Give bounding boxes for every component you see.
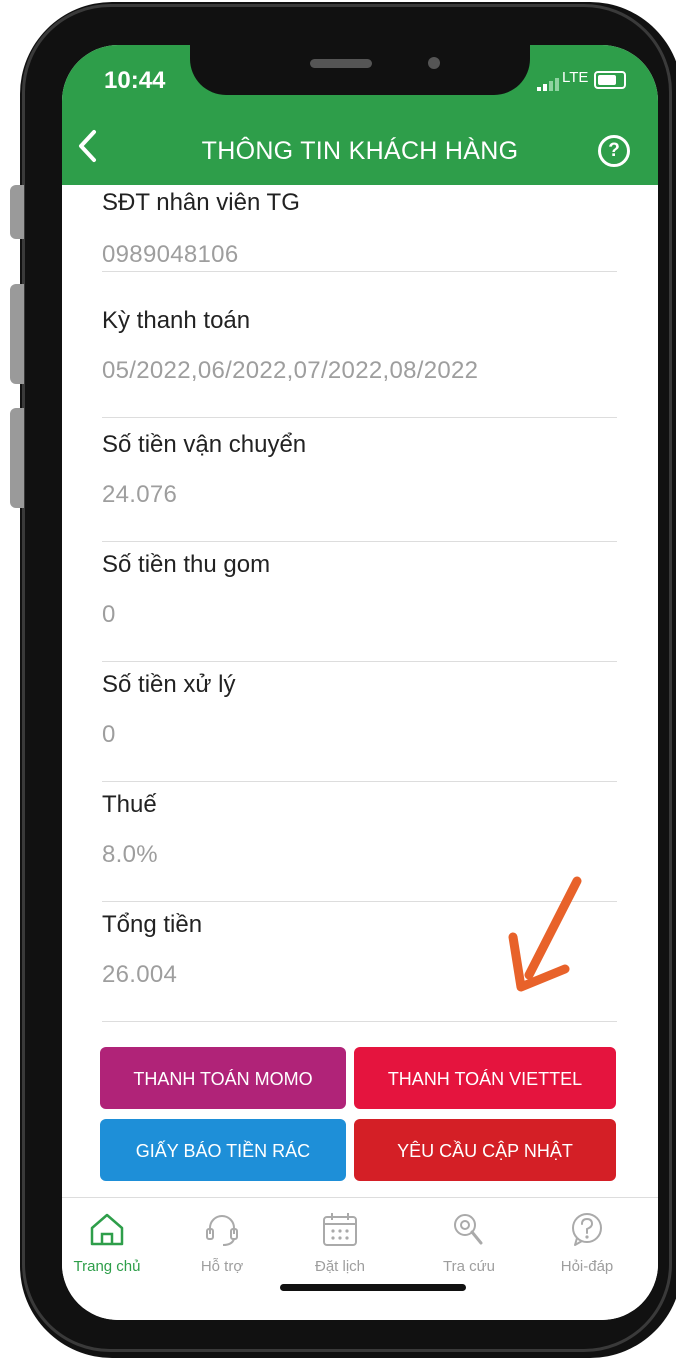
field-label: Số tiền xử lý bbox=[102, 671, 236, 698]
field-value: 26.004 bbox=[102, 961, 178, 988]
volume-up-button bbox=[10, 284, 24, 384]
field-transport-fee: Số tiền vận chuyển 24.076 bbox=[102, 431, 617, 542]
question-mark-icon: ? bbox=[608, 140, 620, 161]
momo-payment-button[interactable]: THANH TOÁN MOMO bbox=[100, 1047, 346, 1109]
battery-icon bbox=[594, 71, 626, 89]
home-indicator bbox=[280, 1284, 466, 1291]
speaker bbox=[310, 59, 372, 68]
page-title: THÔNG TIN KHÁCH HÀNG bbox=[201, 137, 519, 165]
phone-screen: 10:44 LTE THÔNG TIN KHÁCH HÀNG ? SĐT nhâ… bbox=[62, 45, 658, 1320]
field-value: 0 bbox=[102, 721, 116, 748]
field-value: 8.0% bbox=[102, 841, 158, 868]
notch bbox=[190, 45, 530, 95]
camera bbox=[428, 57, 440, 69]
field-label: Số tiền thu gom bbox=[102, 551, 271, 578]
home-icon bbox=[90, 1213, 124, 1246]
field-staff-phone: SĐT nhân viên TG 0989048106 bbox=[102, 189, 617, 272]
help-button[interactable]: ? bbox=[598, 135, 630, 167]
waste-bill-button[interactable]: GIẤY BÁO TIỀN RÁC bbox=[100, 1119, 346, 1181]
calendar-icon bbox=[323, 1213, 357, 1246]
viettel-payment-button[interactable]: THANH TOÁN VIETTEL bbox=[354, 1047, 616, 1109]
question-icon bbox=[572, 1213, 602, 1246]
bottom-tab-bar: Trang chủ Hỗ trợ Đặt lịch Tra cứu Hỏi-đá… bbox=[62, 1197, 658, 1320]
tab-label: Trang chủ bbox=[73, 1258, 141, 1275]
mute-switch bbox=[10, 185, 24, 239]
app-header: 10:44 LTE THÔNG TIN KHÁCH HÀNG ? bbox=[62, 45, 658, 185]
field-label: SĐT nhân viên TG bbox=[102, 189, 300, 216]
network-type: LTE bbox=[562, 69, 589, 86]
headset-icon bbox=[206, 1215, 238, 1246]
field-value: 0989048106 bbox=[102, 241, 239, 268]
tab-label: Hỗ trợ bbox=[200, 1258, 244, 1275]
field-label: Thuế bbox=[102, 791, 157, 818]
field-value: 0 bbox=[102, 601, 116, 628]
signal-icon bbox=[537, 73, 561, 91]
tab-label: Đặt lịch bbox=[314, 1258, 366, 1275]
field-label: Tổng tiền bbox=[102, 911, 203, 938]
tab-label: Hỏi-đáp bbox=[560, 1258, 614, 1275]
field-label: Số tiền vận chuyển bbox=[102, 431, 307, 458]
status-time: 10:44 bbox=[104, 67, 166, 94]
field-processing-fee: Số tiền xử lý 0 bbox=[102, 671, 617, 782]
field-value: 24.076 bbox=[102, 481, 178, 508]
field-billing-period: Kỳ thanh toán 05/2022,06/2022,07/2022,08… bbox=[102, 307, 617, 418]
field-collection-fee: Số tiền thu gom 0 bbox=[102, 551, 617, 662]
volume-down-button bbox=[10, 408, 24, 508]
customer-info-form[interactable]: SĐT nhân viên TG 0989048106 Kỳ thanh toá… bbox=[62, 185, 658, 1195]
field-value: 05/2022,06/2022,07/2022,08/2022 bbox=[102, 357, 479, 384]
annotation-arrow-icon bbox=[508, 876, 582, 992]
tab-label: Tra cứu bbox=[443, 1258, 495, 1275]
search-icon bbox=[454, 1214, 483, 1245]
update-request-button[interactable]: YÊU CẦU CẬP NHẬT bbox=[354, 1119, 616, 1181]
field-label: Kỳ thanh toán bbox=[102, 307, 251, 334]
